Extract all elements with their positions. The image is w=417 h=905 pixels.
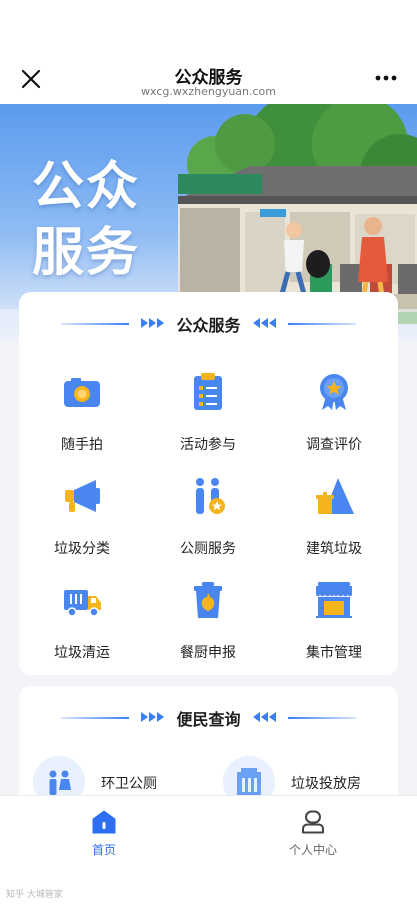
restroom-icon xyxy=(196,478,225,514)
section-header: 公众服务 xyxy=(19,312,398,335)
convenience-query-card: 便民查询 环卫公厕 垃圾投放房 xyxy=(19,686,398,808)
market-stall-icon xyxy=(316,582,352,618)
query-label: 垃圾投放房 xyxy=(291,776,361,792)
query-label: 环卫公厕 xyxy=(101,776,157,792)
nav-header: 公众服务 wxcg.wxzhengyuan.com xyxy=(0,0,417,104)
public-services-card: 公众服务 随手拍 活动参与 调查评价 垃圾分类 公厕服务 建筑垃圾 垃圾清运 餐… xyxy=(19,292,398,675)
service-label: 垃圾清运 xyxy=(54,645,110,661)
megaphone-icon xyxy=(65,480,100,512)
more-icon[interactable] xyxy=(375,72,397,84)
service-label: 餐厨申报 xyxy=(180,645,236,661)
double-arrow-left-icon xyxy=(253,712,276,722)
service-label: 公厕服务 xyxy=(180,541,236,557)
kitchen-bin-icon xyxy=(194,582,222,618)
service-item-collection[interactable]: 垃圾清运 xyxy=(19,580,145,670)
service-item-sorting[interactable]: 垃圾分类 xyxy=(19,476,145,566)
service-label: 垃圾分类 xyxy=(54,541,110,557)
service-label: 调查评价 xyxy=(306,437,362,453)
banner-title-line2: 服务 xyxy=(32,223,141,283)
section-header: 便民查询 xyxy=(19,706,398,729)
service-label: 活动参与 xyxy=(180,437,236,453)
garbage-truck-icon xyxy=(64,590,101,617)
service-item-toilet[interactable]: 公厕服务 xyxy=(145,476,271,566)
service-item-snapshot[interactable]: 随手拍 xyxy=(19,372,145,462)
user-icon xyxy=(302,810,324,834)
medal-icon xyxy=(320,374,348,410)
tab-home[interactable]: 首页 xyxy=(44,810,164,870)
service-label: 集市管理 xyxy=(306,645,362,661)
page-url: wxcg.wxzhengyuan.com xyxy=(141,85,276,98)
banner-title-line1: 公众 xyxy=(32,157,141,217)
divider-line xyxy=(288,323,356,325)
service-label: 建筑垃圾 xyxy=(306,541,362,557)
service-item-kitchen[interactable]: 餐厨申报 xyxy=(145,580,271,670)
service-item-market[interactable]: 集市管理 xyxy=(271,580,397,670)
watermark: 知乎 大城管家 xyxy=(6,890,63,900)
camera-icon xyxy=(64,378,100,407)
divider-line xyxy=(288,717,356,719)
clipboard-icon xyxy=(194,373,222,410)
double-arrow-left-icon xyxy=(253,318,276,328)
service-item-construction[interactable]: 建筑垃圾 xyxy=(271,476,397,566)
tab-profile[interactable]: 个人中心 xyxy=(253,810,373,870)
tab-label: 首页 xyxy=(91,843,116,857)
service-item-survey[interactable]: 调查评价 xyxy=(271,372,397,462)
construction-waste-icon xyxy=(316,478,354,514)
service-label: 随手拍 xyxy=(61,437,103,453)
home-icon xyxy=(92,810,116,834)
tab-label: 个人中心 xyxy=(288,843,337,857)
service-item-activity[interactable]: 活动参与 xyxy=(145,372,271,462)
